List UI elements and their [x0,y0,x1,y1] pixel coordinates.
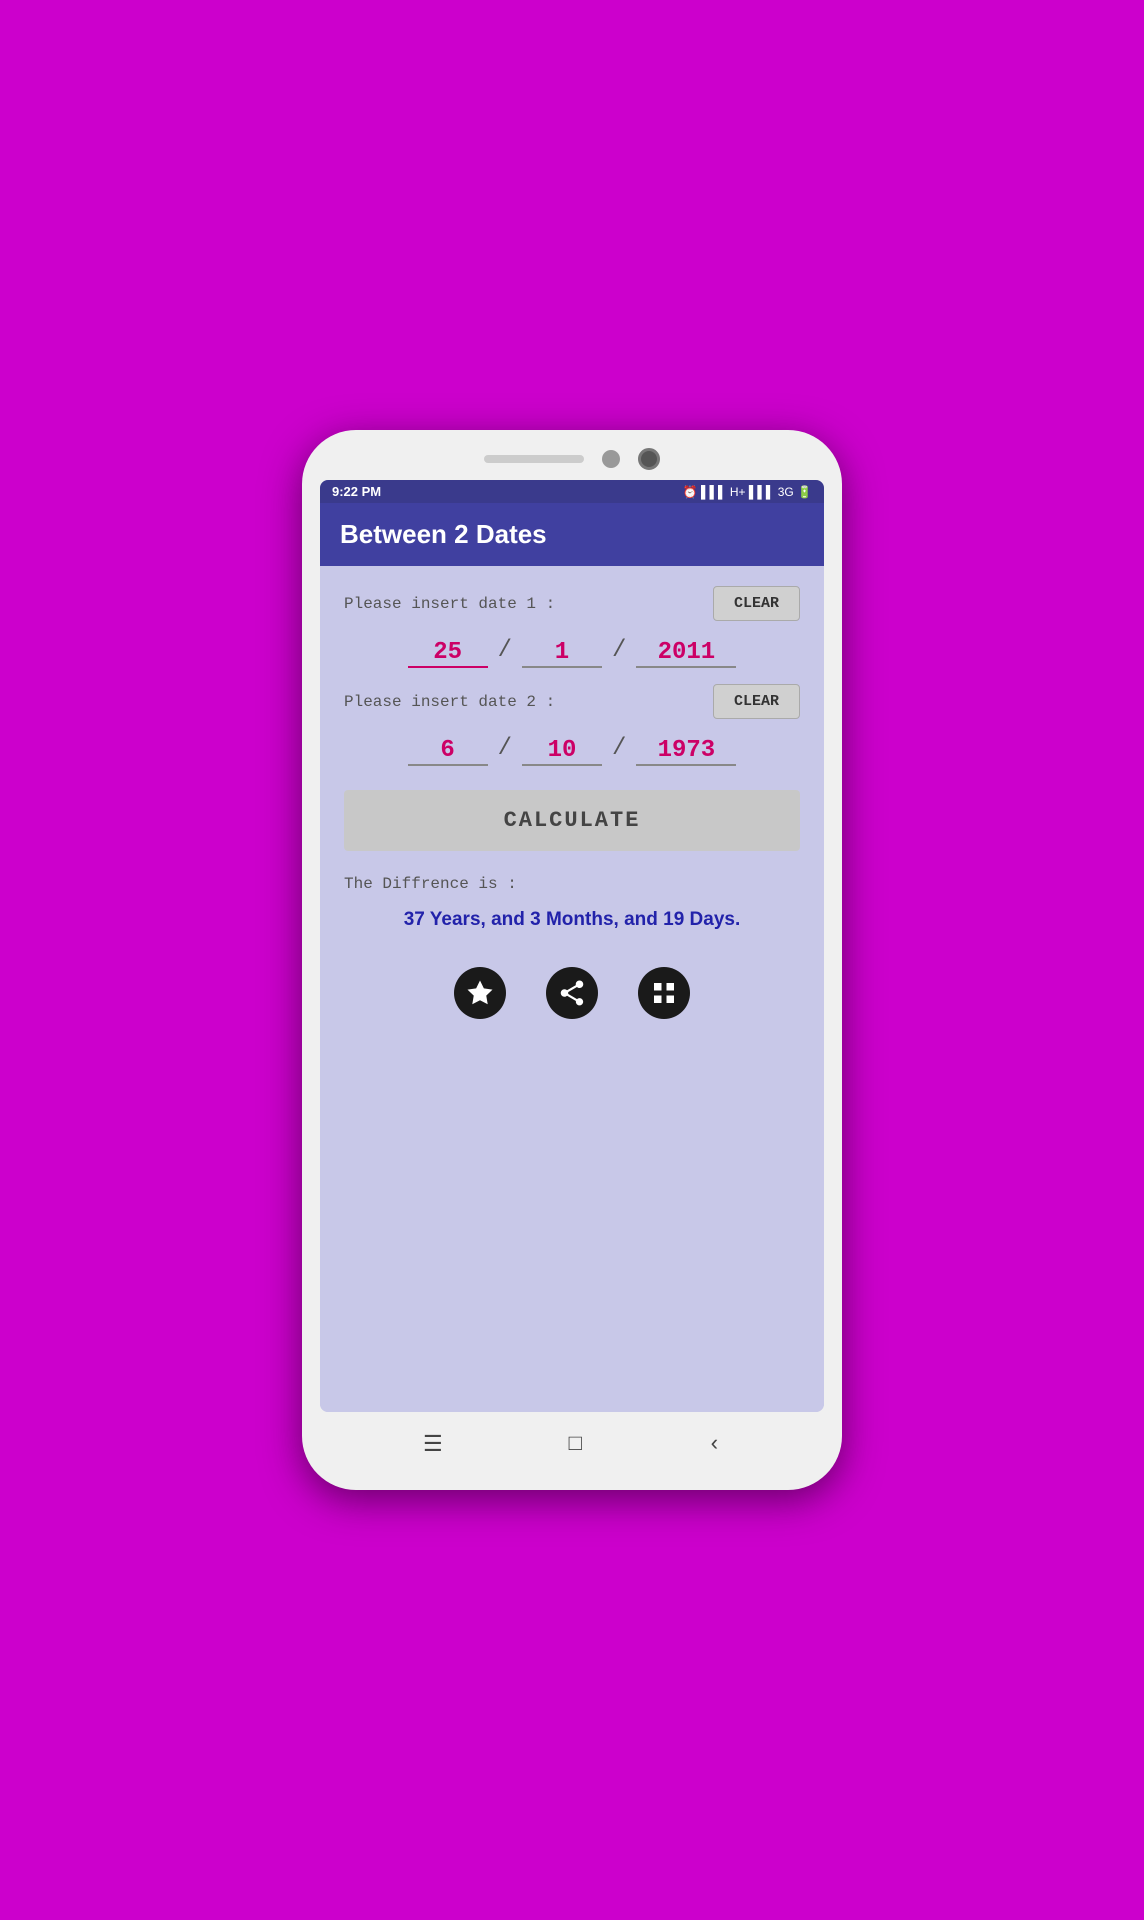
date1-day-field [408,639,488,668]
date2-day-input[interactable] [408,737,488,766]
date1-day-input[interactable] [408,639,488,668]
date2-year-field [636,737,736,766]
phone-device: 9:22 PM ⏰ ▌▌▌ H+ ▌▌▌ 3G 🔋 Between 2 Date… [302,430,842,1490]
app-header: Between 2 Dates [320,503,824,566]
status-time: 9:22 PM [332,484,381,499]
phone-camera [638,448,660,470]
nav-menu-icon[interactable]: ☰ [423,1432,443,1458]
favorite-icon-button[interactable] [454,967,506,1019]
nav-home-icon[interactable]: □ [569,1432,582,1457]
date1-year-input[interactable] [636,639,736,668]
date1-year-field [636,639,736,668]
date1-month-field [522,639,602,668]
date2-day-field [408,737,488,766]
date1-sep2: / [612,637,626,664]
date2-header: Please insert date 2 : CLEAR [344,684,800,719]
app-title: Between 2 Dates [340,519,804,550]
phone-nav-bar: ☰ □ ‹ [320,1418,824,1472]
date2-month-field [522,737,602,766]
result-label: The Diffrence is : [344,875,800,893]
date2-sep1: / [498,735,512,762]
date1-inputs: / / [344,637,800,668]
nav-back-icon[interactable]: ‹ [708,1432,721,1457]
grid-icon-button[interactable] [638,967,690,1019]
share-icon-button[interactable] [546,967,598,1019]
bottom-icons [344,967,800,1029]
date2-month-input[interactable] [522,737,602,766]
grid-icon [649,978,679,1008]
date2-inputs: / / [344,735,800,766]
date1-section: Please insert date 1 : CLEAR / / [344,586,800,668]
date2-section: Please insert date 2 : CLEAR / / [344,684,800,766]
share-icon [557,978,587,1008]
calculate-button[interactable]: CALCULATE [344,790,800,851]
phone-home-sensor [602,450,620,468]
star-icon [465,978,495,1008]
phone-top-bar [320,448,824,470]
date2-clear-button[interactable]: CLEAR [713,684,800,719]
date1-label: Please insert date 1 : [344,595,555,613]
status-icons: ⏰ ▌▌▌ H+ ▌▌▌ 3G 🔋 [683,485,812,499]
date1-sep1: / [498,637,512,664]
status-bar: 9:22 PM ⏰ ▌▌▌ H+ ▌▌▌ 3G 🔋 [320,480,824,503]
date1-month-input[interactable] [522,639,602,668]
date2-label: Please insert date 2 : [344,693,555,711]
app-content: Please insert date 1 : CLEAR / / [320,566,824,1412]
phone-speaker [484,455,584,463]
result-value: 37 Years, and 3 Months, and 19 Days. [344,909,800,931]
date1-clear-button[interactable]: CLEAR [713,586,800,621]
date2-sep2: / [612,735,626,762]
result-section: The Diffrence is : 37 Years, and 3 Month… [344,875,800,931]
date1-header: Please insert date 1 : CLEAR [344,586,800,621]
date2-year-input[interactable] [636,737,736,766]
phone-screen: 9:22 PM ⏰ ▌▌▌ H+ ▌▌▌ 3G 🔋 Between 2 Date… [320,480,824,1412]
